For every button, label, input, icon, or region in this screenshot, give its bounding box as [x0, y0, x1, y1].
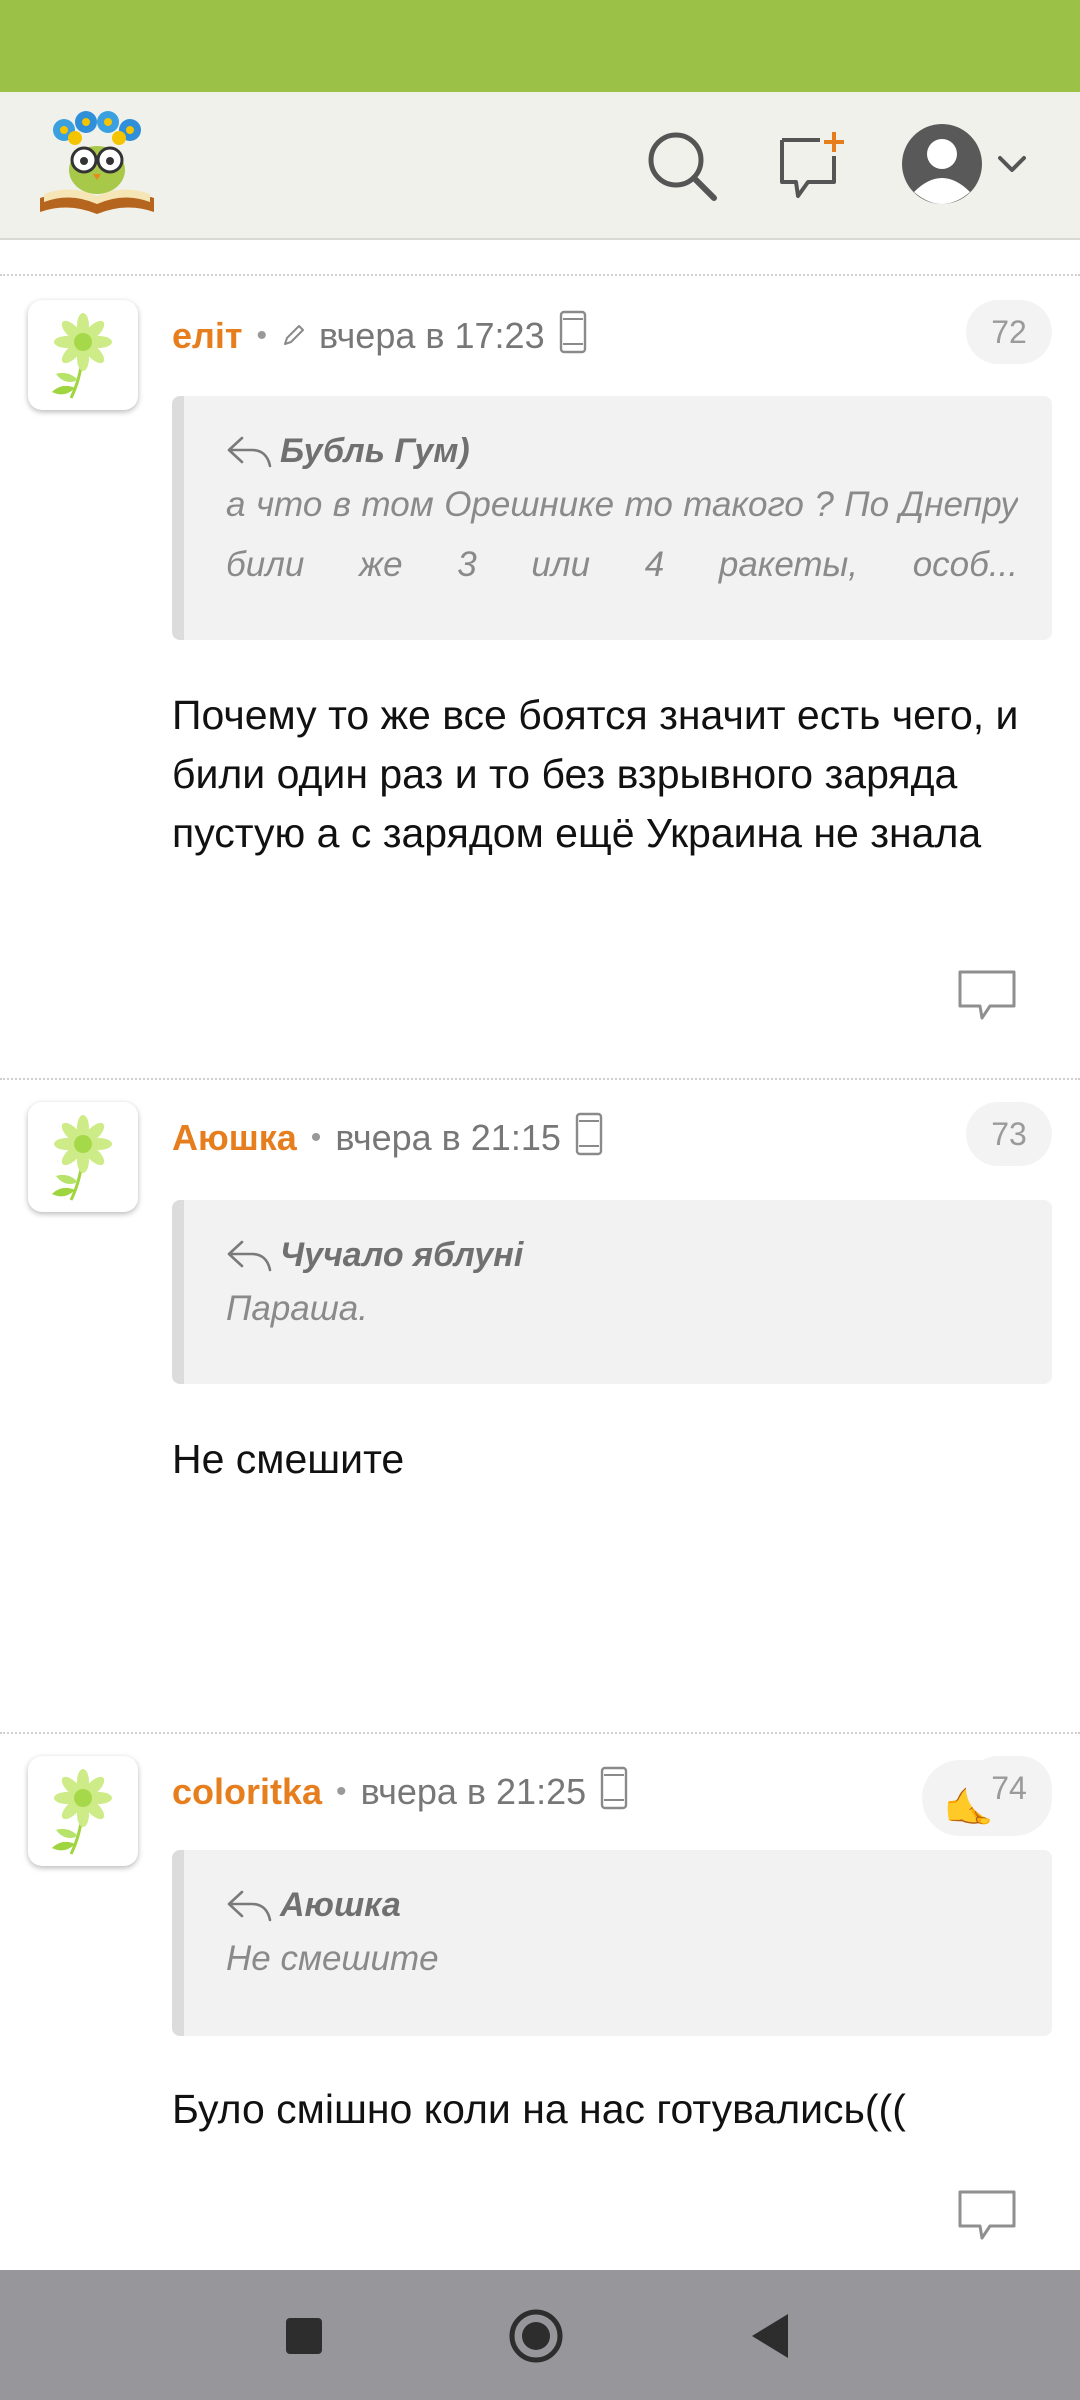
new-message-icon[interactable]	[776, 126, 852, 202]
quote-author-line: Аюшка	[226, 1886, 1018, 1925]
quote-text: а что в том Орешнике то такого ? По Днеп…	[226, 485, 1018, 584]
comment-text: Почему то же все боятся значит есть чего…	[172, 692, 1019, 856]
comment-number[interactable]: 73	[966, 1102, 1052, 1166]
reply-arrow-icon	[227, 1240, 272, 1271]
comment-author[interactable]: еліт	[172, 315, 243, 357]
separator-dot: •	[256, 319, 268, 352]
reply-icon[interactable]	[956, 2188, 1018, 2244]
comment-text: Було смішно коли на нас готувались(((	[172, 2086, 906, 2132]
comment-text: Не смешите	[172, 1436, 405, 1482]
comment-number[interactable]: 74	[966, 1756, 1052, 1820]
separator-dot: •	[336, 1775, 347, 1808]
comment-author[interactable]: coloritka	[172, 1771, 322, 1813]
quote-author: Чучало яблуні	[280, 1236, 524, 1274]
reply-icon[interactable]	[956, 968, 1018, 1024]
recent-apps-icon[interactable]	[274, 2306, 334, 2366]
comment-divider	[0, 1732, 1080, 1734]
avatar[interactable]	[28, 1756, 138, 1866]
avatar[interactable]	[28, 300, 138, 410]
comment-number[interactable]: 72	[966, 300, 1052, 364]
reply-arrow-icon	[227, 1890, 272, 1921]
quote-author: Аюшка	[280, 1886, 401, 1924]
comment-time[interactable]: вчера в 21:15	[335, 1117, 561, 1159]
comment-meta: coloritka • вчера в 21:25	[172, 1764, 628, 1820]
quote-text: Не смешите	[226, 1939, 439, 1978]
quote-author: Бубль Гум)	[280, 432, 470, 470]
mobile-device-icon	[575, 1112, 603, 1165]
site-logo[interactable]	[34, 108, 160, 220]
search-icon[interactable]	[644, 128, 720, 204]
avatar[interactable]	[28, 1102, 138, 1212]
comment-meta: Аюшка • вчера в 21:15	[172, 1110, 603, 1166]
quote-block[interactable]: Бубль Гум) а что в том Орешнике то таког…	[172, 396, 1052, 640]
mobile-device-icon	[559, 310, 587, 363]
reply-arrow-icon	[227, 436, 272, 467]
home-icon[interactable]	[506, 2306, 566, 2366]
status-bar	[0, 0, 1080, 92]
quote-author-line: Бубль Гум)	[226, 432, 1018, 471]
user-menu[interactable]	[900, 120, 1036, 208]
divider	[0, 274, 1080, 276]
quote-author-line: Чучало яблуні	[226, 1236, 1018, 1275]
comment-divider	[0, 1078, 1080, 1080]
comment-time[interactable]: вчера в 21:25	[361, 1771, 587, 1813]
mobile-device-icon	[600, 1766, 628, 1819]
comment-author[interactable]: Аюшка	[172, 1117, 297, 1159]
comment-time[interactable]: вчера в 17:23	[319, 315, 545, 357]
edited-pencil-icon	[281, 315, 307, 357]
app-header	[0, 92, 1080, 240]
comments-feed: еліт • вчера в 17:23 72 Бубль Гум) а что…	[0, 240, 1080, 2270]
comment-meta: еліт • вчера в 17:23	[172, 308, 587, 364]
quote-block[interactable]: Чучало яблуні Параша.	[172, 1200, 1052, 1384]
quote-block[interactable]: Аюшка Не смешите	[172, 1850, 1052, 2036]
quote-text: Параша.	[226, 1289, 368, 1328]
back-icon[interactable]	[742, 2306, 802, 2366]
separator-dot: •	[310, 1121, 322, 1154]
system-nav-bar	[0, 2270, 1080, 2400]
